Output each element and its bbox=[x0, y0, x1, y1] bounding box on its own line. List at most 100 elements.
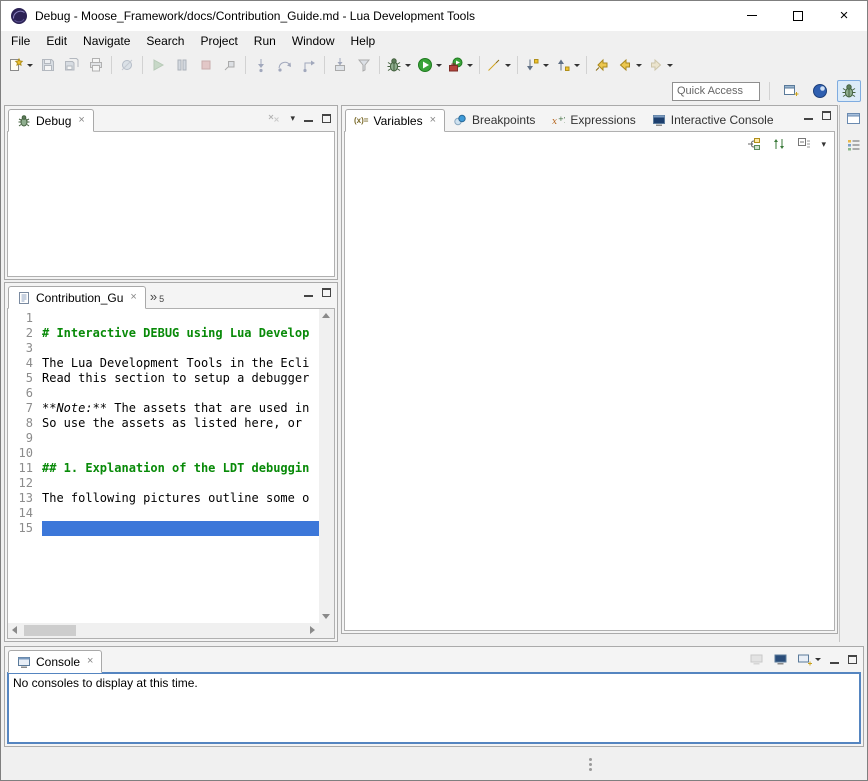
editor-line[interactable]: 11## 1. Explanation of the LDT debuggin bbox=[8, 461, 319, 476]
menu-help[interactable]: Help bbox=[343, 31, 384, 52]
code-text[interactable] bbox=[42, 311, 319, 326]
print-button[interactable] bbox=[85, 54, 107, 76]
horizontal-scrollbar[interactable] bbox=[8, 623, 319, 638]
menu-edit[interactable]: Edit bbox=[38, 31, 75, 52]
terminate-button[interactable] bbox=[195, 54, 217, 76]
menu-project[interactable]: Project bbox=[192, 31, 245, 52]
dropdown-icon[interactable] bbox=[636, 64, 642, 67]
editor-line[interactable]: 7**Note:** The assets that are used in bbox=[8, 401, 319, 416]
code-text[interactable] bbox=[42, 476, 319, 491]
restore-view-button[interactable] bbox=[842, 108, 866, 130]
editor-line[interactable]: 1 bbox=[8, 311, 319, 326]
dropdown-icon[interactable] bbox=[436, 64, 442, 67]
tab-variables[interactable]: (x)= Variables × bbox=[345, 109, 445, 132]
editor-line[interactable]: 5Read this section to setup a debugger bbox=[8, 371, 319, 386]
show-logical-structure-button[interactable] bbox=[746, 136, 762, 152]
forward-button[interactable] bbox=[646, 54, 675, 76]
maximize-view-button[interactable] bbox=[822, 111, 831, 120]
code-text[interactable] bbox=[42, 506, 319, 521]
code-text[interactable]: The following pictures outline some o bbox=[42, 491, 319, 506]
next-annotation-button[interactable] bbox=[522, 54, 551, 76]
tab-console[interactable]: Console × bbox=[8, 650, 102, 673]
minimize-view-button[interactable] bbox=[830, 656, 839, 664]
editor-text-area[interactable]: 1 2# Interactive DEBUG using Lua Develop… bbox=[8, 309, 319, 623]
step-into-button[interactable] bbox=[250, 54, 272, 76]
minimize-button[interactable] bbox=[729, 1, 775, 30]
dropdown-icon[interactable] bbox=[667, 64, 673, 67]
dropdown-icon[interactable] bbox=[405, 64, 411, 67]
code-text[interactable] bbox=[42, 431, 319, 446]
maximize-button[interactable] bbox=[775, 1, 821, 30]
dropdown-icon[interactable] bbox=[815, 658, 821, 661]
show-type-names-button[interactable] bbox=[771, 136, 787, 152]
dropdown-icon[interactable] bbox=[505, 64, 511, 67]
dropdown-icon[interactable] bbox=[467, 64, 473, 67]
debug-perspective-button[interactable] bbox=[837, 80, 861, 102]
new-wizard-button[interactable] bbox=[6, 54, 35, 76]
back-button[interactable] bbox=[615, 54, 644, 76]
dropdown-icon[interactable] bbox=[574, 64, 580, 67]
resume-button[interactable] bbox=[147, 54, 169, 76]
close-icon[interactable]: × bbox=[130, 292, 136, 303]
scroll-left-icon[interactable] bbox=[12, 626, 17, 634]
step-over-button[interactable] bbox=[274, 54, 296, 76]
sash-grip[interactable] bbox=[589, 763, 592, 766]
editor-line-selected[interactable]: 15 bbox=[8, 521, 319, 536]
remove-terminated-launches-button[interactable] bbox=[267, 111, 281, 125]
code-text[interactable]: ## 1. Explanation of the LDT debuggin bbox=[42, 461, 319, 476]
menu-run[interactable]: Run bbox=[246, 31, 284, 52]
minimize-view-button[interactable] bbox=[304, 114, 313, 122]
code-text[interactable] bbox=[42, 341, 319, 356]
editor-line[interactable]: 12 bbox=[8, 476, 319, 491]
scroll-down-icon[interactable] bbox=[322, 614, 330, 619]
quick-access-input[interactable] bbox=[672, 82, 760, 101]
maximize-view-button[interactable] bbox=[848, 655, 857, 664]
save-all-button[interactable] bbox=[61, 54, 83, 76]
editor-line[interactable]: 2# Interactive DEBUG using Lua Develop bbox=[8, 326, 319, 341]
close-button[interactable]: × bbox=[821, 1, 867, 30]
editor-line[interactable]: 13The following pictures outline some o bbox=[8, 491, 319, 506]
dropdown-icon[interactable] bbox=[27, 64, 33, 67]
code-text[interactable]: # Interactive DEBUG using Lua Develop bbox=[42, 326, 319, 341]
view-menu-icon[interactable]: ▾ bbox=[821, 140, 826, 149]
editor-line[interactable]: 4The Lua Development Tools in the Ecli bbox=[8, 356, 319, 371]
display-selected-console-button[interactable] bbox=[773, 652, 788, 667]
tab-breakpoints[interactable]: Breakpoints bbox=[445, 108, 543, 131]
view-menu-icon[interactable]: ▾ bbox=[290, 114, 295, 123]
external-tools-button[interactable] bbox=[446, 54, 475, 76]
minimize-view-button[interactable] bbox=[804, 112, 813, 120]
open-console-button[interactable] bbox=[797, 652, 821, 667]
editor-line[interactable]: 6 bbox=[8, 386, 319, 401]
editor-tab-overflow[interactable]: » 5 bbox=[146, 285, 168, 308]
scroll-right-icon[interactable] bbox=[310, 626, 315, 634]
code-text[interactable]: **Note:** The assets that are used in bbox=[42, 401, 319, 416]
dropdown-icon[interactable] bbox=[543, 64, 549, 67]
close-icon[interactable]: × bbox=[430, 115, 436, 126]
scroll-up-icon[interactable] bbox=[322, 313, 330, 318]
code-text[interactable] bbox=[42, 521, 319, 536]
previous-annotation-button[interactable] bbox=[553, 54, 582, 76]
close-icon[interactable]: × bbox=[78, 115, 84, 126]
lua-perspective-button[interactable] bbox=[808, 80, 832, 102]
suspend-button[interactable] bbox=[171, 54, 193, 76]
menu-search[interactable]: Search bbox=[138, 31, 192, 52]
code-text[interactable] bbox=[42, 446, 319, 461]
menu-navigate[interactable]: Navigate bbox=[75, 31, 138, 52]
open-perspective-button[interactable] bbox=[779, 80, 803, 102]
code-text[interactable]: Read this section to setup a debugger bbox=[42, 371, 319, 386]
collapse-all-button[interactable] bbox=[796, 136, 812, 152]
editor-content[interactable]: 1 2# Interactive DEBUG using Lua Develop… bbox=[7, 308, 335, 639]
step-return-button[interactable] bbox=[298, 54, 320, 76]
maximize-view-button[interactable] bbox=[322, 114, 331, 123]
code-text[interactable] bbox=[42, 386, 319, 401]
restore-view-button[interactable] bbox=[842, 134, 866, 156]
drop-to-frame-button[interactable] bbox=[329, 54, 351, 76]
code-text[interactable]: So use the assets as listed here, or bbox=[42, 416, 319, 431]
run-button[interactable] bbox=[415, 54, 444, 76]
scrollbar-thumb[interactable] bbox=[24, 625, 76, 636]
disconnect-button[interactable] bbox=[219, 54, 241, 76]
close-icon[interactable]: × bbox=[87, 656, 93, 667]
save-button[interactable] bbox=[37, 54, 59, 76]
mark-occurrences-button[interactable] bbox=[484, 54, 513, 76]
skip-breakpoints-button[interactable] bbox=[116, 54, 138, 76]
